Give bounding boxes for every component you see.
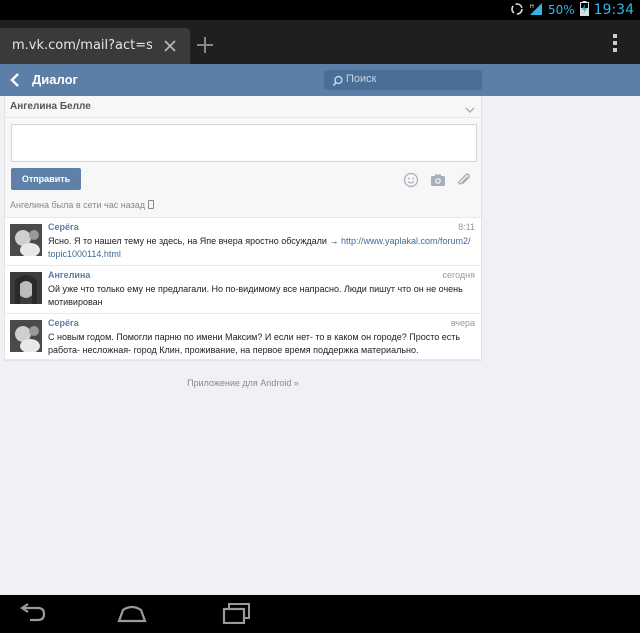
battery-charging-icon [579,1,589,19]
signal-icon: H [529,2,543,19]
recent-apps-icon[interactable] [220,602,252,625]
message-time: 8:11 [458,222,475,232]
dialog-card: Ангелина Белле Отправить Ангелина была в… [4,96,482,361]
status-bar: H 50% 19:34 [0,0,640,20]
message-item: Серёга вчера С новым годом. Помогли парн… [5,314,481,360]
message-text: Ой уже что только ему не предлагали. Но … [48,284,463,307]
home-icon[interactable] [116,602,148,624]
message-author[interactable]: Ангелина [48,270,90,280]
online-status-text: Ангелина была в сети час назад [10,200,145,210]
search-input[interactable]: Поиск [324,70,482,90]
page-title: Диалог [32,72,78,87]
send-button[interactable]: Отправить [11,168,81,190]
close-tab-icon[interactable] [162,38,178,54]
smiley-icon[interactable] [403,172,419,188]
avatar[interactable] [10,224,42,256]
avatar[interactable] [10,320,42,352]
new-tab-icon[interactable] [194,34,216,56]
avatar[interactable] [10,272,42,304]
camera-icon[interactable] [430,172,446,188]
message-text: Ясно. Я то нашел тему не здесь, на Япе в… [48,235,478,261]
message-body: Ясно. Я то нашел тему не здесь, на Япе в… [48,236,341,246]
message-author[interactable]: Серёга [48,222,79,232]
search-placeholder: Поиск [346,73,377,85]
message-time: сегодня [442,270,476,280]
message-item: Ангелина сегодня Ой уже что только ему н… [5,266,481,314]
mobile-phone-icon [148,200,154,209]
web-page: Диалог Поиск Ангелина Белле Отправить Ан… [0,64,640,595]
back-icon[interactable] [16,602,48,624]
navigation-bar [0,595,640,633]
browser-tab[interactable]: m.vk.com/mail?act=show&... [0,28,190,64]
compose-area: Отправить Ангелина была в сети час назад [5,118,481,218]
chevron-down-icon[interactable] [465,102,475,113]
attach-icon[interactable] [456,172,472,188]
message-input[interactable] [11,124,477,162]
sync-icon [510,2,524,19]
browser-tab-bar: m.vk.com/mail?act=show&... [0,20,640,64]
back-arrow-icon[interactable] [8,72,24,88]
battery-percent: 50% [547,3,575,17]
online-status: Ангелина была в сети час назад [10,200,154,210]
overflow-menu-icon[interactable] [612,32,618,54]
svg-text:H: H [530,4,534,10]
clock: 19:34 [593,2,634,18]
recipient-name: Ангелина Белле [10,101,91,112]
message-time: вчера [450,318,475,328]
android-app-link[interactable]: Приложение для Android » [0,378,486,388]
tab-title: m.vk.com/mail?act=show&... [12,38,152,53]
vk-header: Диалог Поиск [0,64,640,96]
message-item: Серёга 8:11 Ясно. Я то нашел тему не зде… [5,218,481,266]
message-text: С новым годом. Помогли парню по имени Ма… [48,332,461,355]
dialog-header[interactable]: Ангелина Белле [5,96,481,118]
screen: H 50% 19:34 m.vk.com/mail?act=show&... [0,0,640,633]
message-author[interactable]: Серёга [48,318,79,328]
search-icon [332,74,344,86]
